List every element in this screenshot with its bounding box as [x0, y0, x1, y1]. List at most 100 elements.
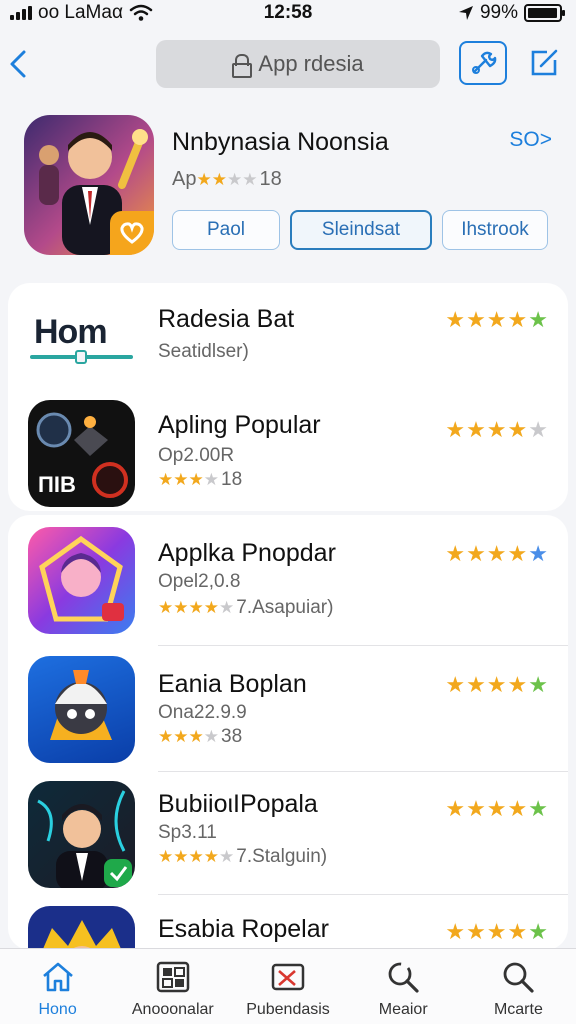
filter-pills: Paol Sleindsat Ihstrook: [172, 210, 548, 250]
mail-icon: [270, 959, 306, 995]
star-icon: ★: [507, 796, 528, 821]
star-icon: ★: [203, 847, 219, 866]
chevron-left-icon: [10, 50, 26, 78]
star-icon: ★: [486, 919, 507, 944]
item-inline-rating: ★★★★ 18: [158, 469, 242, 491]
star-icon: ★: [219, 847, 235, 866]
tab-updates[interactable]: Pubendasis: [230, 949, 345, 1024]
star-icon: ★: [486, 796, 507, 821]
item-subtitle: Op2.00R: [158, 445, 235, 466]
star-icon: ★: [507, 672, 528, 697]
compose-button[interactable]: [520, 41, 568, 85]
tab-search[interactable]: Mcarte: [461, 949, 576, 1024]
search-field[interactable]: App rdesia: [156, 40, 440, 88]
star-icon: ★: [445, 307, 466, 332]
star-icon: ★: [528, 307, 548, 332]
robot-blue-icon: [28, 656, 135, 763]
star-icon: ★: [226, 169, 243, 189]
item-inline-rating: ★★★★★ 7.Asapuiar): [158, 597, 333, 619]
tab-search-refresh[interactable]: Meaior: [346, 949, 461, 1024]
inline-stars: ★★★★: [158, 470, 219, 490]
star-icon: ★: [158, 598, 174, 617]
featured-app-icon[interactable]: [24, 115, 154, 255]
item-subtitle: Seatidlser): [158, 341, 249, 362]
wifi-icon: [129, 4, 153, 21]
pill-0[interactable]: Paol: [172, 210, 280, 250]
avatar-purple-icon: [28, 527, 135, 634]
item-inline-rating: ★★★★★ 7.Stalguin): [158, 846, 327, 868]
list-item[interactable]: Eania Boplan Ona22.9.9 ★★★★ 38 ★ ★ ★ ★ ★: [8, 646, 568, 772]
item-rating-extra: 7.Stalguin): [236, 846, 328, 867]
crown-blue-icon: [28, 906, 135, 950]
item-rating-extra: 38: [221, 726, 243, 747]
featured-app-header: Nnbynasia Noonsia SO> Ap ★★★★ 18 Paol Sl…: [0, 112, 576, 262]
heart-icon: [120, 222, 144, 244]
star-icon: ★: [528, 919, 548, 944]
star-icon: ★: [211, 169, 227, 189]
battery-percent: 99%: [479, 2, 518, 23]
star-icon: ★: [466, 919, 486, 944]
tools-icon: [472, 51, 497, 74]
star-icon: ★: [445, 919, 466, 944]
item-subtitle: Ona22.9.9: [158, 702, 247, 723]
item-title: Apling Popular: [158, 411, 321, 439]
star-icon: ★: [188, 470, 204, 489]
tab-label: Meaior: [378, 1001, 428, 1018]
list-item[interactable]: Hom Radesia Bat Seatidlser) ★ ★ ★ ★ ★: [8, 283, 568, 383]
item-rating: ★ ★ ★ ★ ★: [445, 419, 548, 441]
star-icon: ★: [466, 307, 486, 332]
star-icon: ★: [507, 919, 528, 944]
star-icon: ★: [173, 598, 189, 617]
tab-label: Pubendasis: [246, 1001, 330, 1018]
pill-2[interactable]: Ihstrook: [442, 210, 548, 250]
svg-text:ΠIB: ΠIB: [38, 472, 76, 497]
star-icon: ★: [219, 598, 235, 617]
star-icon: ★: [445, 541, 466, 566]
see-all-link[interactable]: SO>: [509, 128, 552, 152]
star-icon: ★: [445, 672, 466, 697]
star-icon: ★: [203, 470, 219, 489]
featured-app-subtitle-prefix: Ap: [172, 168, 197, 190]
star-icon: ★: [173, 470, 189, 489]
star-icon: ★: [528, 417, 548, 442]
star-icon: ★: [158, 727, 174, 746]
star-icon: ★: [188, 598, 204, 617]
item-subtitle: Opel2,0.8: [158, 571, 241, 592]
star-icon: ★: [486, 541, 507, 566]
star-icon: ★: [466, 672, 486, 697]
item-rating: ★ ★ ★ ★ ★: [445, 798, 548, 820]
star-icon: ★: [196, 169, 212, 189]
tab-label: Hono: [38, 1001, 77, 1018]
dark-game-icon: ΠIB: [28, 400, 135, 507]
inline-stars: ★★★★★: [158, 598, 234, 618]
item-subtitle: Sp3.11: [158, 822, 217, 843]
item-title: Eania Boplan: [158, 670, 307, 698]
star-icon: ★: [466, 796, 486, 821]
star-icon: ★: [173, 847, 189, 866]
list-item[interactable]: Esabia Ropelar ★ ★ ★ ★ ★: [8, 895, 568, 950]
search-icon: [500, 959, 536, 995]
pill-1[interactable]: Sleindsat: [290, 210, 432, 250]
item-title: Applka Pnopdar: [158, 539, 336, 567]
star-icon: ★: [486, 307, 507, 332]
list-item[interactable]: BubiioιIPopala Sp3.11 ★★★★★ 7.Stalguin) …: [8, 772, 568, 894]
list-item[interactable]: Applka Pnopdar Opel2,0.8 ★★★★★ 7.Asapuia…: [8, 515, 568, 645]
featured-app-title: Nnbynasia Noonsia: [172, 128, 389, 156]
item-rating: ★ ★ ★ ★ ★: [445, 543, 548, 565]
star-icon: ★: [188, 727, 204, 746]
star-icon: ★: [528, 796, 548, 821]
star-icon: ★: [158, 470, 174, 489]
tools-button[interactable]: [459, 41, 507, 85]
item-rating: ★ ★ ★ ★ ★: [445, 309, 548, 331]
star-icon: ★: [507, 417, 528, 442]
list-item[interactable]: ΠIB Apling Popular Op2.00R ★★★★ 18 ★ ★ ★ ★ ★: [8, 395, 568, 510]
tab-label: Mcarte: [493, 1001, 543, 1018]
tab-apps[interactable]: Anooonalar: [115, 949, 230, 1024]
star-icon: ★: [242, 169, 258, 189]
star-icon: ★: [188, 847, 204, 866]
back-button[interactable]: [6, 44, 36, 84]
app-list-card: Hom Radesia Bat Seatidlser) ★ ★ ★ ★ ★ ΠIB Ap…: [8, 283, 568, 511]
item-rating: ★ ★ ★ ★ ★: [445, 921, 548, 943]
inline-stars: ★★★★: [158, 727, 219, 747]
tab-home[interactable]: Hono: [0, 949, 115, 1024]
